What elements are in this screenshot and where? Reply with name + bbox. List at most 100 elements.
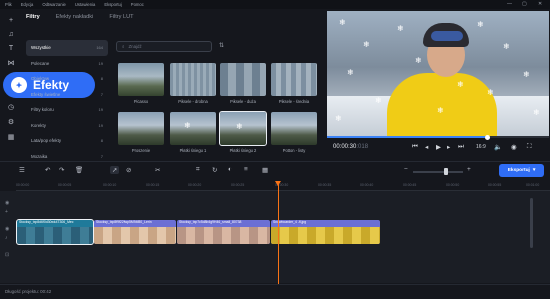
menu-file[interactable]: Plik: [5, 2, 12, 7]
snowflake-icon: ❄: [397, 24, 404, 33]
tools-icon[interactable]: ⚙: [5, 117, 17, 127]
lock-icon[interactable]: ⊡: [5, 252, 9, 258]
clip-thumbnails: [17, 227, 93, 244]
snowflake-icon: ❄: [184, 121, 191, 130]
eye-icon[interactable]: ◉: [5, 226, 9, 232]
timeline-clip[interactable]: Snowboarder_4 -fl.jpg: [271, 220, 380, 244]
category-item[interactable]: Korekty 19: [26, 118, 108, 134]
snowflake-icon: ❄: [523, 70, 530, 79]
undo-icon[interactable]: ↶: [45, 166, 50, 174]
filter-tile-pixel-large[interactable]: [220, 63, 266, 96]
playhead-handle[interactable]: [275, 181, 281, 186]
category-label: Obiektyw: [31, 76, 50, 82]
music-icon[interactable]: ♫: [5, 29, 17, 39]
step-forward-icon[interactable]: ▸: [447, 143, 450, 151]
tab-overlay-effects[interactable]: Efekty nakładki: [56, 14, 94, 26]
menu-playback[interactable]: Odtwarzanie: [42, 2, 66, 7]
snowflake-icon: ❄: [457, 80, 464, 89]
timeline-scrollbar[interactable]: [530, 198, 533, 248]
cursor-icon[interactable]: ➚: [110, 166, 120, 174]
category-item[interactable]: Lata/pop efekty 8: [26, 133, 108, 149]
timeline-clip[interactable]: Stocksy_txp8f9f22fwp5M94f80_Lerin: [94, 220, 176, 244]
category-item[interactable]: Obiektyw 8: [26, 71, 108, 87]
chevron-down-icon: ▾: [532, 168, 536, 173]
snowflake-icon: ❄: [335, 114, 342, 123]
magic-wand-icon: ✦: [11, 77, 27, 93]
tile-label: Potton - listy: [282, 148, 306, 153]
category-count: 8: [100, 138, 103, 144]
clip-name: Stocksy_txp7c5d8b4g9H46_small_80738: [179, 220, 242, 224]
category-item[interactable]: Polecane 19: [26, 56, 108, 72]
eye-icon[interactable]: ◉: [5, 200, 9, 206]
audio-icon[interactable]: ♪: [5, 235, 8, 241]
category-label: Filtry koloru: [31, 107, 54, 113]
tab-lut-filters[interactable]: Filtry LUT: [109, 14, 133, 26]
zoom-in-icon[interactable]: +: [467, 166, 471, 173]
timeline-ruler[interactable]: 00:00:00 00:00:05 00:00:10 00:00:15 00:0…: [16, 181, 550, 191]
transition-icon[interactable]: ⋈: [5, 58, 17, 68]
category-count: 8: [100, 76, 103, 82]
close-icon[interactable]: ✕: [538, 1, 542, 7]
ai-icon[interactable]: ▦: [5, 132, 17, 142]
rotate-icon[interactable]: ↻: [212, 166, 217, 174]
category-item[interactable]: Efekty świetlne 7: [26, 87, 108, 103]
zoom-slider-handle[interactable]: [444, 168, 448, 175]
zoom-out-icon[interactable]: −: [404, 166, 408, 173]
search-input[interactable]: ⌕ Znajdź: [116, 41, 212, 52]
tab-filters[interactable]: Filtry: [26, 14, 40, 26]
play-icon[interactable]: ▶: [436, 143, 441, 151]
playback-progress[interactable]: [327, 134, 549, 140]
menu-help[interactable]: Pomoc: [131, 2, 144, 7]
video-preview[interactable]: ❄ ❄ ❄ ❄ ❄ ❄ ❄ ❄ ❄ ❄ ❄ ❄ ❄ ❄: [327, 11, 549, 136]
crop-icon[interactable]: ⌗: [196, 166, 200, 174]
redo-icon[interactable]: ↷: [59, 166, 64, 174]
filter-tile-proszenie[interactable]: [118, 112, 164, 145]
filter-tile-snowflakes-2[interactable]: ❄: [218, 110, 268, 147]
category-count: 19: [98, 107, 103, 113]
list-icon[interactable]: ≡: [244, 166, 248, 173]
clip-name: Stocksy_txp8d6f0d30wk4T306_Mec: [19, 220, 74, 224]
step-back-icon[interactable]: ◂: [425, 143, 428, 151]
settings-sliders-icon[interactable]: ☰: [19, 166, 25, 174]
menu-edit[interactable]: Edycja: [21, 2, 34, 7]
filter-tile-snowflakes-1[interactable]: ❄: [170, 112, 216, 145]
menu-settings[interactable]: Ustawienia: [75, 2, 95, 7]
clock-icon[interactable]: ◷: [5, 102, 17, 112]
category-item[interactable]: Filtry koloru 19: [26, 102, 108, 118]
category-label: Wszystkie: [31, 45, 51, 51]
minimize-icon[interactable]: —: [507, 1, 512, 7]
text-icon[interactable]: T: [5, 43, 17, 53]
filter-tile-picasso[interactable]: [118, 63, 164, 96]
export-button[interactable]: Eksportuj ▾: [499, 164, 544, 177]
cut-icon[interactable]: ✂: [155, 166, 160, 174]
add-track-icon[interactable]: +: [5, 209, 8, 215]
aspect-ratio-select[interactable]: 16:9: [476, 144, 486, 150]
grid-icon[interactable]: ▦: [262, 166, 268, 174]
skip-start-icon[interactable]: ⏮: [412, 143, 418, 151]
timeline-clip[interactable]: Stocksy_txp7c5d8b4g9H46_small_80738: [177, 220, 270, 244]
clip-name: Stocksy_txp8f9f22fwp5M94f80_Lerin: [96, 220, 152, 224]
ruler-tick: 00:00:15: [146, 183, 160, 187]
fullscreen-icon[interactable]: ⛶: [527, 143, 532, 151]
sort-icon[interactable]: ⇅: [219, 42, 224, 49]
timeline-clip[interactable]: Stocksy_txp8d6f0d30wk4T306_Mec: [16, 219, 94, 245]
menu-export[interactable]: Eksportuj: [104, 2, 121, 7]
timecode: 00:00:30:018: [333, 144, 368, 150]
filter-tile-pixel-medium[interactable]: [271, 63, 317, 96]
clip-thumbnails: [271, 227, 380, 244]
color-icon[interactable]: ◐: [228, 166, 232, 173]
skip-end-icon[interactable]: ⏭: [458, 143, 464, 151]
disable-icon[interactable]: ⊘: [126, 166, 131, 174]
ruler-tick: 00:01:00: [526, 183, 540, 187]
filter-tile-pixel-fine[interactable]: [170, 63, 216, 96]
add-icon[interactable]: +: [5, 15, 17, 25]
volume-icon[interactable]: 🔈: [494, 143, 502, 151]
snapshot-icon[interactable]: ◉: [511, 143, 517, 151]
progress-knob[interactable]: [485, 134, 490, 140]
delete-icon[interactable]: 🗑: [75, 166, 83, 174]
category-item[interactable]: Wszystkie 164: [26, 40, 108, 56]
playhead[interactable]: [278, 183, 279, 285]
zoom-slider[interactable]: [413, 171, 463, 173]
maximize-icon[interactable]: ▢: [522, 1, 527, 7]
filter-tile-potton-leaves[interactable]: [271, 112, 317, 145]
